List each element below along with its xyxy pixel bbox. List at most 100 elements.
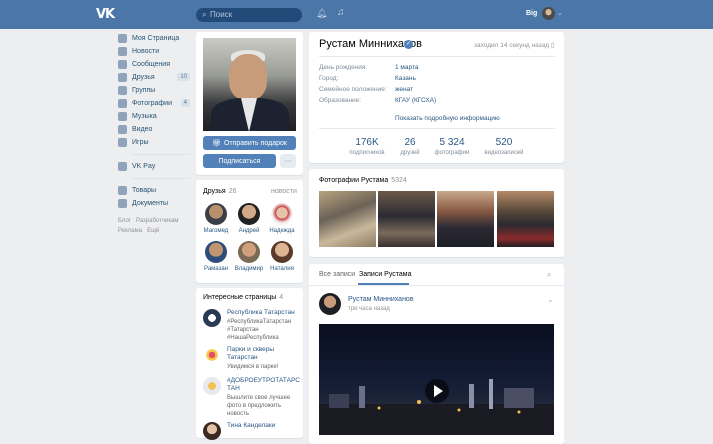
photos-count-badge: 4: [180, 99, 190, 107]
footer-link-dev[interactable]: Разработчикам: [136, 218, 179, 224]
info-label-city: Город:: [319, 75, 339, 82]
stat-photos[interactable]: 5 324 фотографии: [422, 137, 482, 156]
tab-all-posts[interactable]: Все записи: [319, 271, 355, 278]
nav-item-news[interactable]: Новости: [118, 45, 190, 58]
info-label-education: Образование:: [319, 97, 362, 104]
footer-link-blog[interactable]: Блог: [118, 218, 131, 224]
nav-item-messages[interactable]: Сообщения: [118, 58, 190, 71]
friend-item[interactable]: Рамазан: [201, 241, 231, 272]
show-more-info-link[interactable]: Показать подробную информацию: [395, 115, 500, 122]
nav-item-friends[interactable]: Друзья 10: [118, 71, 190, 84]
play-button-icon[interactable]: [425, 379, 449, 403]
nav-item-groups[interactable]: Группы: [118, 84, 190, 97]
friend-avatar: [271, 203, 293, 225]
friend-avatar: [205, 241, 227, 263]
nav-item-goods[interactable]: Товары: [118, 184, 190, 197]
nav-item-vkpay[interactable]: VK Pay: [118, 160, 190, 173]
post-author-name[interactable]: Рустам Минниханов: [348, 296, 414, 303]
nav-divider: [132, 149, 190, 155]
photo-thumbnail[interactable]: [437, 191, 494, 247]
post-menu-chevron-icon[interactable]: ⌄: [547, 295, 554, 304]
friend-item[interactable]: Надежда: [267, 203, 297, 234]
subscribe-button[interactable]: Подписаться: [203, 154, 276, 168]
nav-item-my-page[interactable]: Моя Страница: [118, 32, 190, 45]
page-avatar: [203, 309, 221, 327]
nav-item-music[interactable]: Музыка: [118, 110, 190, 123]
photo-thumbnail[interactable]: [497, 191, 554, 247]
post-author-avatar[interactable]: [319, 293, 341, 315]
top-bar: VK ⌕ Поиск 🔔︎ ♫ Big ⌄: [0, 0, 713, 29]
page-item[interactable]: Парки и скверы Татарстан Увидимся в парк…: [203, 346, 299, 374]
post-video[interactable]: [319, 324, 554, 435]
photos-header[interactable]: Фотографии Рустама 5324: [319, 177, 407, 184]
games-icon: [118, 138, 127, 147]
interesting-pages-header[interactable]: Интересные страницы 4: [203, 294, 283, 301]
post-timestamp[interactable]: три часа назад: [348, 306, 390, 312]
active-tab-indicator: [358, 283, 409, 285]
friends-count-badge: 10: [177, 73, 190, 81]
info-value-education[interactable]: КГАУ (КГСХА): [395, 97, 436, 104]
friend-avatar: [271, 241, 293, 263]
nav-item-documents[interactable]: Документы: [118, 197, 190, 210]
friend-item[interactable]: Наталия: [267, 241, 297, 272]
info-value-birthday[interactable]: 1 марта: [395, 64, 419, 71]
info-label-marital: Семейное положение:: [319, 86, 387, 93]
verified-check-icon: ✓: [404, 40, 413, 49]
photo-thumbnail[interactable]: [378, 191, 435, 247]
tab-owner-posts[interactable]: Записи Рустама: [359, 271, 412, 278]
search-icon: ⌕: [202, 10, 207, 19]
page-avatar: [203, 422, 221, 440]
photo-thumbnail[interactable]: [319, 191, 376, 247]
friend-avatar: [238, 241, 260, 263]
page-item[interactable]: #ДОБРОЕУТРОТАТАРСТАН Вышлите свое лучшее…: [203, 377, 300, 417]
info-label-birthday: День рождения:: [319, 64, 368, 71]
friend-avatar: [238, 203, 260, 225]
footer-link-ads[interactable]: Реклама: [118, 228, 142, 234]
page-item[interactable]: Тина Канделаки: [203, 422, 299, 440]
gift-icon: 🎁︎: [212, 140, 221, 147]
search-input[interactable]: ⌕ Поиск: [196, 8, 302, 22]
vk-logo-icon[interactable]: VK: [96, 7, 115, 22]
more-actions-button[interactable]: ···: [280, 154, 296, 168]
info-value-city[interactable]: Казань: [395, 75, 416, 82]
user-name[interactable]: Big: [526, 10, 537, 17]
search-placeholder: Поиск: [210, 10, 233, 19]
nav-item-photos[interactable]: Фотографии 4: [118, 97, 190, 110]
user-avatar[interactable]: [542, 7, 555, 20]
news-icon: [118, 47, 127, 56]
chevron-down-icon[interactable]: ⌄: [557, 9, 563, 17]
video-icon: [118, 125, 127, 134]
page-item[interactable]: Республика Татарстан #РеспубликаТатарста…: [203, 309, 299, 345]
documents-icon: [118, 199, 127, 208]
photo-face: [229, 54, 267, 100]
divider: [319, 56, 555, 57]
friend-avatar: [205, 203, 227, 225]
page-avatar: [203, 377, 221, 395]
profile-photo[interactable]: [203, 38, 296, 131]
notifications-bell-icon[interactable]: 🔔︎: [316, 8, 327, 19]
wall-search-icon[interactable]: ⌕: [547, 270, 551, 280]
wall-tabs: Все записи Записи Рустама ⌕: [309, 264, 564, 286]
footer-links: Блог Разработчикам Реклама Ещё: [118, 216, 190, 236]
footer-link-more[interactable]: Ещё: [147, 228, 159, 234]
mobile-icon: ▯: [550, 42, 555, 49]
side-navigation: Моя Страница Новости Сообщения Друзья 10 …: [118, 32, 190, 236]
friend-item[interactable]: Магомед: [201, 203, 231, 234]
friend-item[interactable]: Владимир: [234, 241, 264, 272]
nav-item-video[interactable]: Видео: [118, 123, 190, 136]
music-icon: [118, 112, 127, 121]
music-note-icon[interactable]: ♫: [337, 7, 345, 18]
friends-header[interactable]: Друзья 26: [203, 188, 237, 195]
info-value-marital[interactable]: женат: [395, 86, 413, 93]
messages-icon: [118, 60, 127, 69]
online-status: заходил 14 секунд назад ▯: [474, 42, 555, 49]
nav-divider: [132, 173, 190, 179]
vkpay-icon: [118, 162, 127, 171]
friend-item[interactable]: Андрей: [234, 203, 264, 234]
nav-item-games[interactable]: Игры: [118, 136, 190, 149]
divider: [319, 128, 555, 129]
send-gift-button[interactable]: 🎁︎ Отправить подарок: [203, 136, 296, 150]
friends-news-link[interactable]: новости: [271, 188, 297, 195]
stat-videos[interactable]: 520 видеозаписей: [474, 137, 534, 156]
friends-icon: [118, 73, 127, 82]
